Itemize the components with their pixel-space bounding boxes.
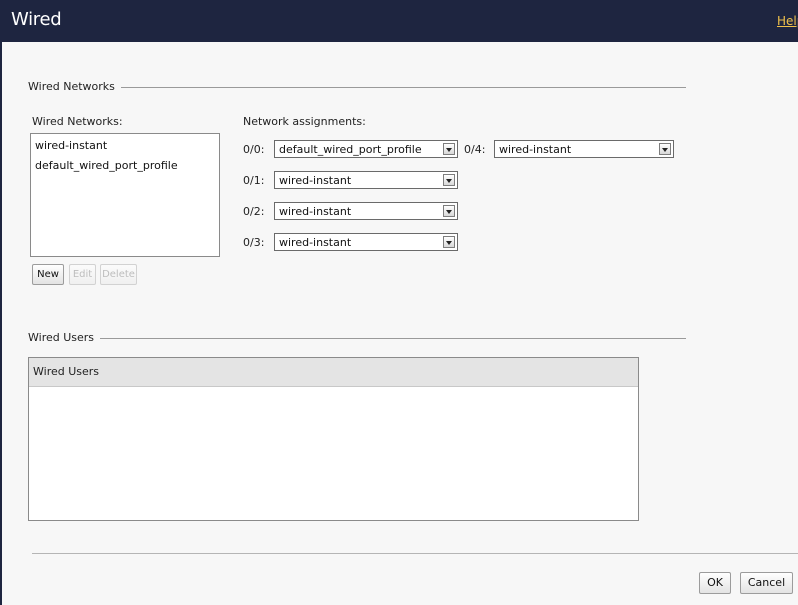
port-0-4-label: 0/4:: [464, 143, 486, 156]
ok-button[interactable]: OK: [699, 572, 731, 594]
list-item-wired-instant[interactable]: wired-instant: [35, 139, 107, 152]
chevron-down-icon[interactable]: [443, 236, 455, 248]
wired-networks-list[interactable]: wired-instant default_wired_port_profile: [30, 133, 220, 257]
delete-button[interactable]: Delete: [100, 264, 137, 285]
footer-divider: [32, 553, 798, 554]
chevron-down-icon[interactable]: [659, 143, 671, 155]
port-0-3-select[interactable]: wired-instant: [274, 233, 458, 251]
chevron-down-icon[interactable]: [443, 174, 455, 186]
port-0-0-value: default_wired_port_profile: [279, 143, 422, 156]
port-0-3-label: 0/3:: [243, 236, 265, 249]
help-link[interactable]: Help: [777, 14, 798, 28]
edit-button[interactable]: Edit: [69, 264, 96, 285]
port-0-1-label: 0/1:: [243, 174, 265, 187]
port-0-1-value: wired-instant: [279, 174, 352, 187]
port-0-4-value: wired-instant: [499, 143, 572, 156]
new-button[interactable]: New: [32, 264, 64, 285]
chevron-down-icon[interactable]: [443, 143, 455, 155]
table-header-wired-users: Wired Users: [33, 365, 100, 378]
dialog-title: Wired: [11, 9, 62, 30]
wired-dialog: Wired Help Wired Networks Wired Networks…: [0, 0, 798, 605]
port-0-1-select[interactable]: wired-instant: [274, 171, 458, 189]
port-0-4-select[interactable]: wired-instant: [494, 140, 674, 158]
wired-networks-list-label: Wired Networks:: [32, 115, 123, 128]
table-header: Wired Users: [29, 358, 638, 387]
port-0-2-select[interactable]: wired-instant: [274, 202, 458, 220]
list-item-default-wired-port-profile[interactable]: default_wired_port_profile: [35, 159, 178, 172]
port-0-2-value: wired-instant: [279, 205, 352, 218]
network-assignments-label: Network assignments:: [243, 115, 366, 128]
wired-users-legend: Wired Users: [28, 331, 101, 344]
cancel-button[interactable]: Cancel: [740, 572, 793, 594]
port-0-3-value: wired-instant: [279, 236, 352, 249]
wired-networks-divider: [120, 87, 686, 88]
wired-users-divider: [100, 338, 686, 339]
port-0-0-select[interactable]: default_wired_port_profile: [274, 140, 458, 158]
wired-networks-legend: Wired Networks: [28, 80, 121, 93]
port-0-2-label: 0/2:: [243, 205, 265, 218]
port-0-0-label: 0/0:: [243, 143, 265, 156]
wired-users-table: Wired Users: [28, 357, 639, 521]
title-bar: Wired Help: [2, 0, 798, 42]
chevron-down-icon[interactable]: [443, 205, 455, 217]
